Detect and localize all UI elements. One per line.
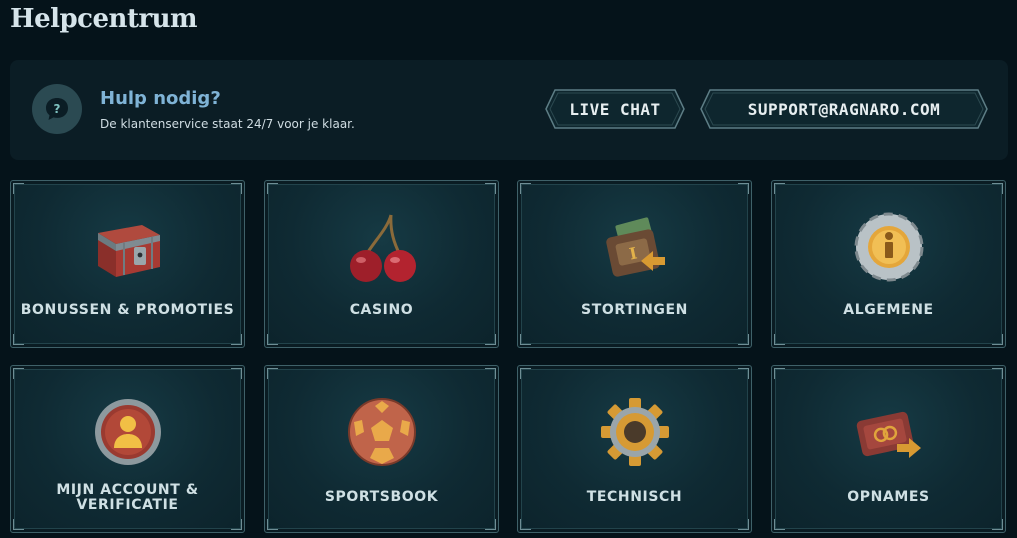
support-email-button[interactable]: SUPPORT@RAGNARO.COM: [700, 89, 988, 129]
category-casino[interactable]: CASINO: [264, 180, 499, 348]
football-icon: [347, 398, 416, 466]
wallet-deposit-icon: I: [605, 217, 665, 277]
category-label: STORTINGEN: [581, 302, 688, 318]
category-label: ALGEMENE: [843, 302, 934, 318]
category-algemene[interactable]: ALGEMENE: [771, 180, 1006, 348]
gear-icon: [600, 398, 669, 466]
cherries-icon: [349, 214, 416, 282]
category-label: MIJN ACCOUNT & VERIFICATIE: [56, 482, 199, 513]
category-label: CASINO: [349, 302, 414, 318]
support-email-label: SUPPORT@RAGNARO.COM: [747, 99, 941, 119]
help-heading: Hulp nodig?: [100, 88, 221, 109]
question-bubble-icon: ?: [32, 84, 82, 134]
category-technisch[interactable]: TECHNISCH: [517, 365, 752, 533]
category-stortingen[interactable]: I STORTINGEN: [517, 180, 752, 348]
category-sportsbook[interactable]: SPORTSBOOK: [264, 365, 499, 533]
category-label: OPNAMES: [847, 489, 930, 505]
category-opnames[interactable]: OPNAMES: [771, 365, 1006, 533]
page-title: Helpcentrum: [10, 4, 198, 34]
help-subtext: De klantenservice staat 24/7 voor je kla…: [100, 117, 355, 131]
account-icon: [94, 399, 161, 465]
category-label: TECHNISCH: [586, 489, 683, 505]
category-bonussen-promoties[interactable]: BONUSSEN & PROMOTIES: [10, 180, 245, 348]
svg-text:?: ?: [54, 102, 61, 116]
treasure-chest-icon: [97, 225, 160, 277]
wallet-withdraw-icon: [856, 411, 921, 458]
category-mijn-account-verificatie[interactable]: MIJN ACCOUNT & VERIFICATIE: [10, 365, 245, 533]
category-label: SPORTSBOOK: [324, 489, 439, 505]
category-label: BONUSSEN & PROMOTIES: [20, 302, 235, 318]
live-chat-label: LIVE CHAT: [569, 99, 661, 119]
info-coin-icon: [854, 212, 923, 282]
help-banner: ? Hulp nodig? De klantenservice staat 24…: [10, 60, 1008, 160]
live-chat-button[interactable]: LIVE CHAT: [545, 89, 685, 129]
